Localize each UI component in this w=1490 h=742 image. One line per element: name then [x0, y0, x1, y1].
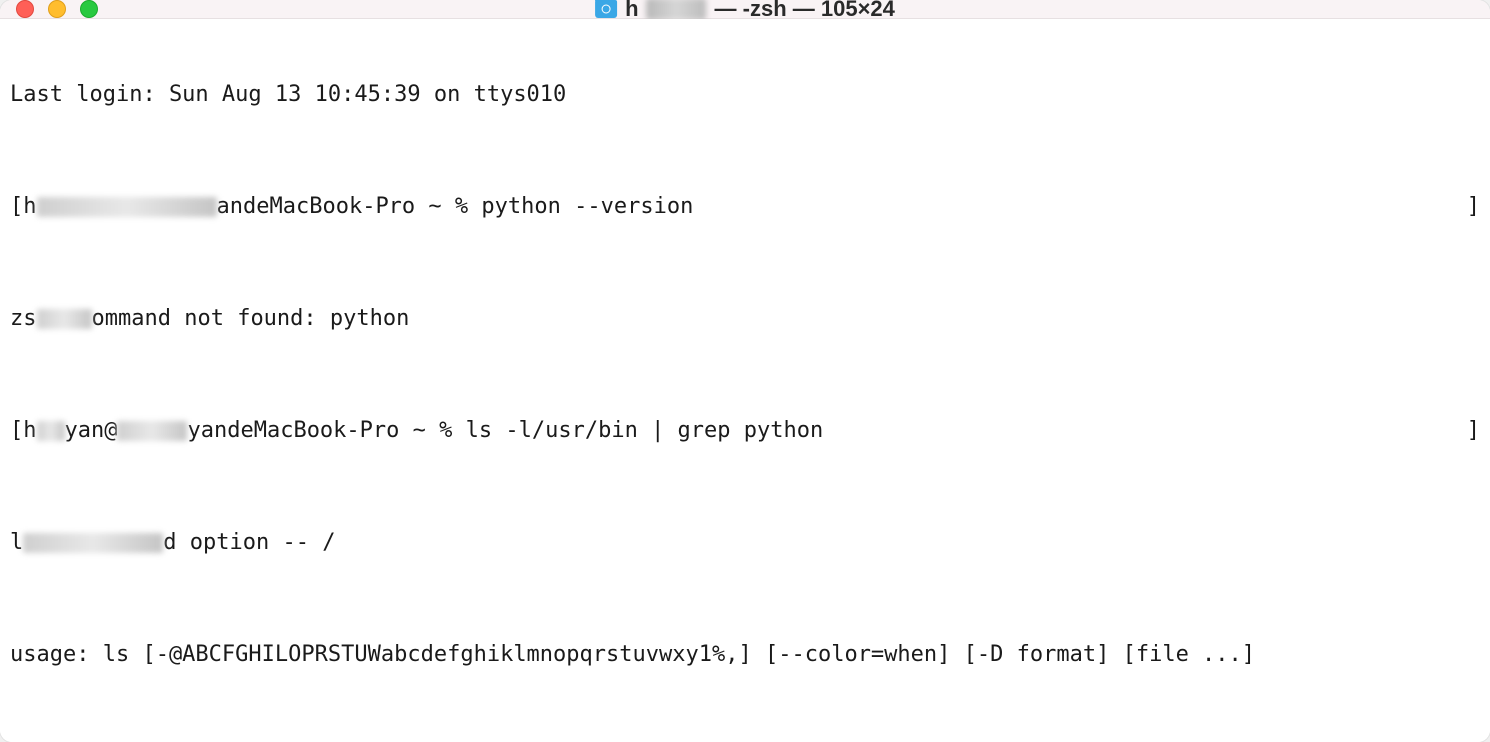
folder-icon [595, 0, 617, 18]
close-button[interactable] [16, 0, 34, 18]
line-err-2: ld option -- / [10, 529, 1480, 557]
line-usage: usage: ls [-@ABCFGHILOPRSTUWabcdefghiklm… [10, 641, 1480, 669]
line-prompt-2: [hyan@yandeMacBook-Pro ~ % ls -l/usr/bin… [10, 417, 1480, 445]
prompt-1-left: [handeMacBook-Pro ~ % python --version [10, 193, 693, 221]
title-redacted [647, 0, 707, 20]
redacted-text [37, 197, 217, 217]
title-bar: h — -zsh — 105×24 [0, 0, 1490, 19]
maximize-button[interactable] [80, 0, 98, 18]
terminal-output[interactable]: Last login: Sun Aug 13 10:45:39 on ttys0… [0, 19, 1490, 742]
line-err-1: zsommand not found: python [10, 305, 1480, 333]
prompt-2-left: [hyan@yandeMacBook-Pro ~ % ls -l/usr/bin… [10, 417, 823, 445]
line-last-login: Last login: Sun Aug 13 10:45:39 on ttys0… [10, 81, 1480, 109]
terminal-window: h — -zsh — 105×24 Last login: Sun Aug 13… [0, 0, 1490, 742]
prompt-1-right: ] [1467, 193, 1480, 221]
prompt-2-right: ] [1467, 417, 1480, 445]
redacted-text [37, 309, 92, 329]
line-prompt-1: [handeMacBook-Pro ~ % python --version ] [10, 193, 1480, 221]
redacted-text [23, 533, 163, 553]
traffic-lights [16, 0, 98, 18]
redacted-text [117, 421, 187, 441]
minimize-button[interactable] [48, 0, 66, 18]
redacted-text [37, 421, 65, 441]
